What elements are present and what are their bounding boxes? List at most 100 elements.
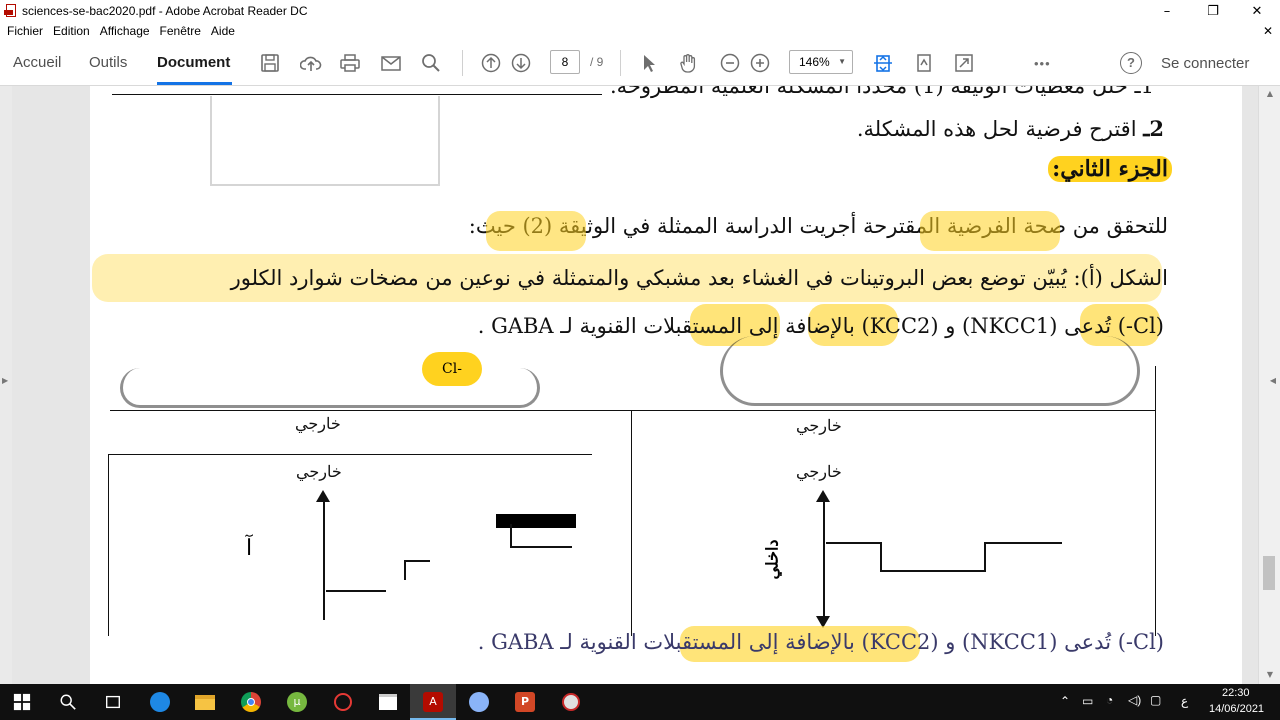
search-icon[interactable] [420, 52, 442, 74]
paint-icon[interactable] [467, 690, 491, 714]
scroll-up-icon[interactable]: ▲ [1267, 89, 1273, 98]
tab-document[interactable]: Document [157, 54, 230, 71]
pdf-page: 1ـ حلل معطيات الوثيقة (1) محددا المشكلة … [90, 86, 1242, 684]
question-2-text: اقترح فرضية لحل هذه المشكلة. [856, 117, 1137, 141]
arrow-up-icon [316, 490, 330, 502]
figure-divider [631, 410, 632, 636]
language-indicator[interactable]: ع [1181, 694, 1188, 708]
menu-fichier[interactable]: Fichier [7, 24, 43, 38]
outside-label-top: خارجي [796, 416, 842, 435]
menu-fenetre[interactable]: Fenêtre [160, 24, 201, 38]
windows-start-icon[interactable] [10, 690, 34, 714]
select-cursor-icon[interactable] [638, 52, 660, 74]
task-view-icon[interactable] [101, 690, 125, 714]
close-document-button[interactable]: ✕ [1263, 24, 1273, 38]
maximize-button[interactable]: ❐ [1190, 0, 1236, 22]
y-axis-left [323, 494, 325, 620]
notification-icon[interactable]: ▢ [1150, 693, 1161, 707]
expand-left-icon: ▶ [2, 376, 9, 385]
outside-label-right: خارجي [796, 462, 842, 481]
help-icon[interactable]: ? [1120, 52, 1142, 74]
snipping-tool-icon[interactable] [559, 690, 583, 714]
battery-icon[interactable]: ▭ [1082, 694, 1093, 708]
hand-tool-icon[interactable] [678, 52, 700, 74]
zoom-value: 146% [799, 55, 830, 69]
clock-date[interactable]: 14/06/2021 [1209, 703, 1264, 715]
previous-page-icon[interactable] [480, 52, 502, 74]
fit-page-icon[interactable] [872, 52, 894, 74]
tray-chevron-icon[interactable]: ⌃ [1060, 694, 1070, 708]
shape-a-text: الشكل (أ): يُبيّن توضع بعض البروتينات في… [230, 266, 1168, 290]
graph-line [880, 570, 986, 572]
left-panel-toggle[interactable]: ▶ [0, 86, 12, 684]
figure-inner-border [108, 454, 592, 455]
membrane-fragment [720, 336, 1140, 406]
highlight-mark [486, 211, 586, 251]
inside-label-vertical: داخلي [762, 539, 782, 580]
graph-line [404, 560, 430, 562]
vertical-scrollbar[interactable]: ▲ ▼ [1258, 86, 1280, 684]
ion-label: Cl- [422, 352, 482, 386]
figure-left-border [108, 454, 109, 636]
menu-aide[interactable]: Aide [211, 24, 235, 38]
upload-cloud-icon[interactable] [299, 52, 322, 74]
graph-line [404, 560, 406, 580]
minimize-button[interactable]: – [1144, 0, 1190, 22]
zoom-select[interactable]: 146% ▼ [789, 50, 853, 74]
fullscreen-icon[interactable] [953, 52, 975, 74]
powerpoint-icon[interactable]: P [513, 690, 537, 714]
utorrent-icon[interactable]: µ [285, 690, 309, 714]
expand-right-icon[interactable]: ◀ [1270, 376, 1276, 385]
scroll-thumb[interactable] [1263, 556, 1275, 590]
arrow-up-icon [816, 490, 830, 502]
active-tab-indicator [157, 82, 232, 85]
toolbar-separator [620, 50, 621, 76]
connect-link[interactable]: Se connecter [1161, 55, 1249, 72]
zoom-in-icon[interactable] [749, 52, 771, 74]
figure-right-border [1155, 366, 1156, 636]
print-icon[interactable] [339, 52, 361, 74]
outside-label-cut: خارجي [295, 414, 341, 433]
chrome-icon[interactable] [239, 690, 263, 714]
section-title: الجزء الثاني: [1048, 156, 1172, 182]
acrobat-pdf-icon [4, 4, 18, 18]
zoom-out-icon[interactable] [719, 52, 741, 74]
graph-block [496, 514, 576, 528]
menu-bar: Fichier Edition Affichage Fenêtre Aide [0, 22, 1280, 40]
question-1-text: 1ـ حلل معطيات الوثيقة (1) محددا المشكلة … [609, 86, 1154, 98]
y-axis-right [823, 494, 825, 620]
volume-icon[interactable]: ◁) [1128, 693, 1141, 707]
next-page-icon[interactable] [510, 52, 532, 74]
graph-line [510, 524, 512, 548]
tab-accueil[interactable]: Accueil [13, 54, 61, 71]
divider-line [112, 94, 602, 95]
network-icon[interactable]: ◔ [1106, 693, 1113, 707]
question-2-number: 2ـ [1143, 116, 1164, 141]
menu-edition[interactable]: Edition [53, 24, 90, 38]
app-red-icon[interactable] [331, 690, 355, 714]
page-number-input[interactable]: 8 [550, 50, 580, 74]
scroll-down-icon[interactable]: ▼ [1267, 670, 1273, 679]
acrobat-icon[interactable]: A [421, 690, 445, 714]
document-viewport[interactable]: ▶ 1ـ حلل معطيات الوثيقة (1) محددا المشكل… [0, 86, 1280, 684]
shape-a-line-2: (Cl-) تُدعى (NKCC1) و (KCC2) بالإضافة إل… [477, 314, 1164, 338]
rotate-page-icon[interactable] [913, 52, 935, 74]
repeated-line: (Cl-) تُدعى (NKCC1) و (KCC2) بالإضافة إل… [477, 630, 1164, 654]
clock-time[interactable]: 22:30 [1222, 687, 1250, 699]
window-title: sciences-se-bac2020.pdf - Adobe Acrobat … [22, 4, 308, 18]
email-icon[interactable] [380, 52, 402, 74]
highlight-mark [920, 211, 1060, 251]
graph-line [984, 542, 986, 572]
title-bar: sciences-se-bac2020.pdf - Adobe Acrobat … [0, 0, 1280, 22]
search-taskbar-icon[interactable] [56, 690, 80, 714]
edge-icon[interactable] [148, 690, 172, 714]
close-window-button[interactable]: ✕ [1234, 0, 1280, 22]
menu-affichage[interactable]: Affichage [100, 24, 150, 38]
tab-outils[interactable]: Outils [89, 54, 127, 71]
graph-line [510, 546, 572, 548]
save-icon[interactable] [259, 52, 281, 74]
file-explorer-icon[interactable] [193, 690, 217, 714]
taskbar: µ A P ⌃ ▭ ◔ ◁) ▢ ع 22:30 14/06/2021 [0, 684, 1280, 720]
more-tools-icon[interactable]: ••• [1034, 56, 1051, 71]
store-icon[interactable] [376, 690, 400, 714]
